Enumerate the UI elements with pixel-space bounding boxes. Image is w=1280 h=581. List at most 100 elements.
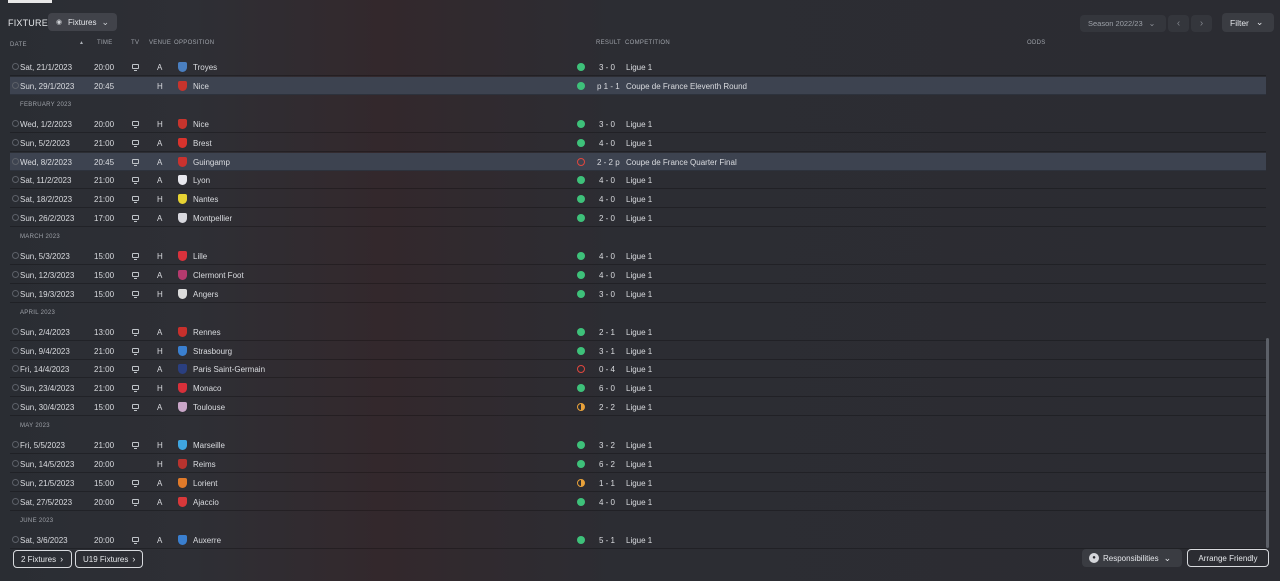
fixture-row[interactable]: Sat, 21/1/2023 20:00 A Troyes 3 - 0 Ligue 1: [10, 58, 1266, 76]
competition-name[interactable]: Ligue 1: [626, 290, 652, 299]
row-select-radio[interactable]: [12, 403, 19, 411]
opposition-name[interactable]: Nice: [193, 120, 209, 129]
season-dropdown[interactable]: Season 2022/23 ⌄: [1080, 15, 1166, 32]
competition-name[interactable]: Ligue 1: [626, 384, 652, 393]
opposition-name[interactable]: Montpellier: [193, 214, 232, 223]
row-select-radio[interactable]: [12, 289, 19, 297]
opposition-name[interactable]: Paris Saint-Germain: [193, 365, 265, 374]
opposition-name[interactable]: Nice: [193, 82, 209, 91]
opposition-name[interactable]: Rennes: [193, 328, 221, 337]
fixture-row[interactable]: Sun, 30/4/2023 15:00 A Toulouse 2 - 2 Ligue 1: [10, 398, 1266, 417]
previous-season-button[interactable]: ‹: [1168, 15, 1189, 32]
opposition-name[interactable]: Brest: [193, 139, 212, 148]
row-select-radio[interactable]: [12, 327, 19, 335]
competition-name[interactable]: Ligue 1: [626, 498, 652, 507]
opposition-name[interactable]: Nantes: [193, 195, 218, 204]
fixture-row[interactable]: Wed, 8/2/2023 20:45 A Guingamp 2 - 2 p Coupe …: [10, 152, 1266, 171]
competition-name[interactable]: Ligue 1: [626, 63, 652, 72]
opposition-name[interactable]: Troyes: [193, 63, 217, 72]
competition-name[interactable]: Ligue 1: [626, 252, 652, 261]
competition-name[interactable]: Ligue 1: [626, 479, 652, 488]
competition-name[interactable]: Ligue 1: [626, 460, 652, 469]
fixture-score[interactable]: 2 - 2 p: [597, 158, 620, 167]
opposition-name[interactable]: Ajaccio: [193, 498, 219, 507]
row-select-radio[interactable]: [12, 81, 19, 89]
fixture-score[interactable]: 6 - 0: [599, 384, 615, 393]
fixture-row[interactable]: Wed, 1/2/2023 20:00 H Nice 3 - 0 Ligue 1: [10, 115, 1266, 133]
opposition-name[interactable]: Strasbourg: [193, 347, 232, 356]
fixture-score[interactable]: 3 - 0: [599, 290, 615, 299]
row-select-radio[interactable]: [12, 441, 19, 448]
competition-name[interactable]: Ligue 1: [626, 176, 652, 185]
fixture-score[interactable]: 4 - 0: [599, 139, 615, 148]
fixture-score[interactable]: 4 - 0: [599, 498, 615, 507]
fixture-row[interactable]: Sun, 5/2/2023 21:00 A Brest 4 - 0 Ligue 1: [10, 134, 1266, 152]
row-select-radio[interactable]: [12, 176, 19, 184]
competition-name[interactable]: Ligue 1: [626, 536, 652, 545]
fixture-row[interactable]: Sat, 3/6/2023 20:00 A Auxerre 5 - 1 Ligue 1: [10, 531, 1266, 549]
row-select-radio[interactable]: [12, 157, 19, 165]
row-select-radio[interactable]: [12, 346, 19, 354]
fixture-score[interactable]: 3 - 2: [599, 441, 615, 450]
fixture-row[interactable]: Sun, 9/4/2023 21:00 H Strasbourg 3 - 1 Ligue …: [10, 342, 1266, 360]
fixture-row[interactable]: Sun, 19/3/2023 15:00 H Angers 3 - 0 Ligue 1: [10, 285, 1266, 303]
fixture-row[interactable]: Fri, 14/4/2023 21:00 A Paris Saint-Germain 0…: [10, 360, 1266, 379]
fixture-score[interactable]: 4 - 0: [599, 271, 615, 280]
row-select-radio[interactable]: [12, 214, 19, 222]
row-select-radio[interactable]: [12, 119, 19, 127]
two-fixtures-button[interactable]: 2 Fixtures ›: [13, 550, 72, 568]
opposition-name[interactable]: Reims: [193, 460, 216, 469]
opposition-name[interactable]: Auxerre: [193, 536, 221, 545]
opposition-name[interactable]: Lyon: [193, 176, 210, 185]
row-select-radio[interactable]: [12, 270, 19, 278]
competition-name[interactable]: Ligue 1: [626, 214, 652, 223]
row-select-radio[interactable]: [12, 63, 19, 70]
fixture-row[interactable]: Sun, 23/4/2023 21:00 H Monaco 6 - 0 Ligue 1: [10, 379, 1266, 398]
opposition-name[interactable]: Lille: [193, 252, 207, 261]
row-select-radio[interactable]: [12, 195, 19, 203]
opposition-name[interactable]: Clermont Foot: [193, 271, 244, 280]
col-tv[interactable]: TV: [131, 40, 139, 46]
col-competition[interactable]: COMPETITION: [625, 40, 670, 46]
arrange-friendly-button[interactable]: Arrange Friendly: [1187, 549, 1269, 567]
row-select-radio[interactable]: [12, 535, 19, 543]
responsibilities-button[interactable]: ● Responsibilities ⌄: [1082, 549, 1182, 567]
scrollbar[interactable]: [1266, 338, 1269, 548]
col-result[interactable]: RESULT: [596, 40, 621, 46]
competition-name[interactable]: Coupe de France Eleventh Round: [626, 82, 747, 91]
competition-name[interactable]: Ligue 1: [626, 347, 652, 356]
fixture-row[interactable]: Sun, 26/2/2023 17:00 A Montpellier 2 - 0 Ligu…: [10, 209, 1266, 228]
col-venue[interactable]: VENUE: [149, 40, 171, 46]
fixture-score[interactable]: 3 - 1: [599, 347, 615, 356]
fixture-row[interactable]: Fri, 5/5/2023 21:00 H Marseille 3 - 2 Ligue 1: [10, 436, 1266, 454]
fixture-score[interactable]: 2 - 0: [599, 214, 615, 223]
filter-button[interactable]: Filter ⌄: [1222, 13, 1274, 32]
fixture-score[interactable]: p 1 - 1: [597, 82, 620, 91]
row-select-radio[interactable]: [12, 384, 19, 392]
col-time[interactable]: TIME: [97, 40, 113, 46]
fixture-row[interactable]: Sat, 11/2/2023 21:00 A Lyon 4 - 0 Ligue 1: [10, 171, 1266, 190]
fixture-score[interactable]: 2 - 1: [599, 328, 615, 337]
competition-name[interactable]: Ligue 1: [626, 120, 652, 129]
fixture-row[interactable]: Sun, 29/1/2023 20:45 H Nice p 1 - 1 Coupe de …: [10, 76, 1266, 95]
opposition-name[interactable]: Angers: [193, 290, 218, 299]
fixture-row[interactable]: Sun, 5/3/2023 15:00 H Lille 4 - 0 Ligue 1: [10, 247, 1266, 265]
competition-name[interactable]: Ligue 1: [626, 403, 652, 412]
opposition-name[interactable]: Marseille: [193, 441, 225, 450]
row-select-radio[interactable]: [12, 252, 19, 259]
col-odds[interactable]: ODDS: [1027, 40, 1046, 46]
competition-name[interactable]: Ligue 1: [626, 195, 652, 204]
fixture-score[interactable]: 5 - 1: [599, 536, 615, 545]
row-select-radio[interactable]: [12, 459, 19, 467]
next-season-button[interactable]: ›: [1191, 15, 1212, 32]
opposition-name[interactable]: Toulouse: [193, 403, 225, 412]
opposition-name[interactable]: Lorient: [193, 479, 217, 488]
competition-name[interactable]: Ligue 1: [626, 328, 652, 337]
opposition-name[interactable]: Monaco: [193, 384, 221, 393]
competition-name[interactable]: Ligue 1: [626, 139, 652, 148]
u19-fixtures-button[interactable]: U19 Fixtures ›: [75, 550, 143, 568]
fixture-score[interactable]: 3 - 0: [599, 120, 615, 129]
competition-name[interactable]: Ligue 1: [626, 271, 652, 280]
fixture-row[interactable]: Sat, 27/5/2023 20:00 A Ajaccio 4 - 0 Ligue 1: [10, 493, 1266, 511]
fixture-score[interactable]: 0 - 4: [599, 365, 615, 374]
